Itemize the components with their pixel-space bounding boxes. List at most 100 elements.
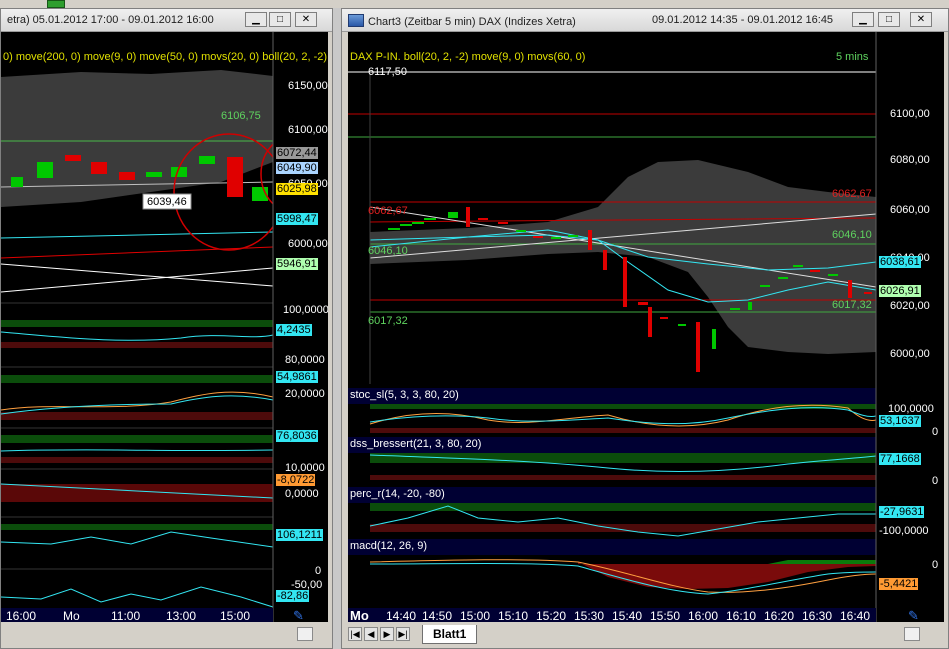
right-time-label: 16:00 bbox=[688, 609, 719, 623]
candle bbox=[848, 280, 852, 298]
right-chart-svg bbox=[348, 32, 944, 624]
left-chart-area[interactable]: 0) move(200, 0) move(9, 0) move(50, 0) m… bbox=[1, 32, 328, 624]
left-separator bbox=[1, 516, 273, 518]
candle bbox=[533, 236, 543, 238]
left-window-title: etra) 05.01.2012 17:00 - 09.01.2012 16:0… bbox=[7, 14, 214, 26]
right-title-bar[interactable]: Chart3 (Zeitbar 5 min) DAX (Indizes Xetr… bbox=[342, 9, 948, 32]
left-price-badge: 5946,91 bbox=[276, 258, 318, 270]
left-time-label: 11:00 bbox=[111, 609, 141, 623]
sheet-tab[interactable]: Blatt1 bbox=[422, 625, 478, 644]
close-icon: ✕ bbox=[301, 14, 311, 25]
left-separator bbox=[1, 568, 273, 570]
maximize-button[interactable]: □ bbox=[269, 12, 291, 27]
right-time-label: 15:20 bbox=[536, 609, 567, 623]
right-level-label: 6046,10 bbox=[832, 229, 872, 241]
close-button[interactable]: ✕ bbox=[910, 12, 932, 27]
right-panel-name: stoc_sl(5, 3, 3, 80, 20) bbox=[350, 389, 459, 401]
left-panel-axis: 20,0000 bbox=[285, 388, 325, 400]
left-band bbox=[1, 457, 273, 463]
right-price-badge: 6038,61 bbox=[879, 256, 921, 268]
right-panel-axis: 0 bbox=[932, 559, 939, 571]
candle bbox=[448, 212, 458, 218]
minimize-icon: ▁ bbox=[252, 14, 260, 25]
candle bbox=[828, 274, 838, 276]
candle bbox=[119, 172, 135, 180]
candle bbox=[623, 257, 627, 307]
right-macd-hist bbox=[578, 562, 876, 589]
left-band bbox=[1, 342, 273, 348]
right-panel-axis: 100,0000 bbox=[888, 403, 934, 415]
left-ind-line bbox=[1, 395, 274, 415]
right-chart-area[interactable]: DAX P-IN. boll(20, 2, -2) move(9, 0) mov… bbox=[348, 32, 944, 624]
right-panel-name: perc_r(14, -20, -80) bbox=[350, 488, 445, 500]
left-panel-value: 76,8036 bbox=[276, 430, 318, 442]
minimize-button[interactable]: ▁ bbox=[852, 12, 874, 27]
right-chart-window[interactable]: Chart3 (Zeitbar 5 min) DAX (Indizes Xetr… bbox=[341, 8, 949, 649]
right-left-level-label: 6017,32 bbox=[368, 315, 408, 327]
right-ind-line bbox=[369, 407, 877, 425]
left-ind-line bbox=[1, 331, 274, 341]
left-band bbox=[1, 435, 273, 443]
right-left-level-label: 6046,10 bbox=[368, 245, 408, 257]
minimize-button[interactable]: ▁ bbox=[245, 12, 267, 27]
right-scroll-button[interactable] bbox=[904, 627, 920, 641]
right-level-label: 6017,32 bbox=[832, 299, 872, 311]
left-ind-line bbox=[1, 586, 274, 608]
right-time-label: 15:00 bbox=[460, 609, 491, 623]
right-panel-value: 53,1637 bbox=[879, 415, 921, 427]
right-top-price: 6117,50 bbox=[368, 66, 407, 78]
left-panel-axis: 0,0000 bbox=[285, 488, 319, 500]
prev-sheet-button[interactable]: ◀ bbox=[364, 627, 378, 641]
close-button[interactable]: ✕ bbox=[295, 12, 317, 27]
candle bbox=[37, 162, 53, 178]
right-panel-axis: -100,0000 bbox=[879, 525, 929, 537]
candle bbox=[478, 218, 488, 220]
candle bbox=[748, 302, 752, 310]
chart-icon bbox=[348, 14, 364, 27]
left-panel-value: -8,0722 bbox=[276, 474, 316, 486]
candle bbox=[65, 155, 81, 161]
left-band bbox=[1, 524, 273, 530]
left-indicator-line: 0) move(200, 0) move(9, 0) move(50, 0) m… bbox=[3, 51, 328, 63]
right-panel-name: dss_bressert(21, 3, 80, 20) bbox=[350, 438, 482, 450]
left-separator bbox=[1, 302, 273, 304]
maximize-icon: □ bbox=[276, 14, 284, 25]
right-time-label: 16:40 bbox=[840, 609, 871, 623]
left-separator bbox=[1, 427, 273, 429]
last-sheet-button[interactable]: ▶| bbox=[396, 627, 410, 641]
candle bbox=[199, 156, 215, 164]
right-panel-value: 77,1668 bbox=[879, 453, 921, 465]
candle bbox=[864, 292, 872, 294]
next-sheet-button[interactable]: ▶ bbox=[380, 627, 394, 641]
left-ind-line bbox=[1, 531, 274, 548]
left-panel-value: 4,2435 bbox=[276, 324, 312, 336]
right-interval: 5 mins bbox=[836, 51, 869, 63]
left-panel-axis: 0 bbox=[315, 565, 322, 577]
left-band bbox=[1, 484, 273, 502]
candle bbox=[648, 307, 652, 337]
first-sheet-button[interactable]: |◀ bbox=[348, 627, 362, 641]
right-panel-axis: 0 bbox=[932, 426, 939, 438]
maximize-button[interactable]: □ bbox=[878, 12, 900, 27]
left-band bbox=[1, 320, 273, 327]
left-chart-window[interactable]: etra) 05.01.2012 17:00 - 09.01.2012 16:0… bbox=[0, 8, 333, 649]
right-band bbox=[370, 524, 876, 532]
right-time-label: 16:20 bbox=[764, 609, 795, 623]
candle bbox=[730, 308, 740, 310]
desktop-strip bbox=[0, 0, 949, 8]
left-footer bbox=[1, 622, 332, 648]
candle bbox=[11, 177, 23, 187]
right-time-label: 16:30 bbox=[802, 609, 833, 623]
pen-icon[interactable]: ✎ bbox=[293, 608, 309, 623]
right-left-level-label: 6062,67 bbox=[368, 205, 408, 217]
right-price-tick: 6020,00 bbox=[890, 300, 930, 312]
left-title-bar[interactable]: etra) 05.01.2012 17:00 - 09.01.2012 16:0… bbox=[1, 9, 332, 32]
candle bbox=[568, 235, 578, 237]
right-time-label: Mo bbox=[350, 608, 369, 623]
candle bbox=[400, 224, 412, 226]
right-time-label: 15:50 bbox=[650, 609, 681, 623]
pen-icon[interactable]: ✎ bbox=[908, 608, 924, 623]
left-price-badge: 5998,47 bbox=[276, 213, 318, 225]
left-price-tick: 6150,00 bbox=[288, 80, 328, 92]
left-scroll-button[interactable] bbox=[297, 627, 313, 641]
